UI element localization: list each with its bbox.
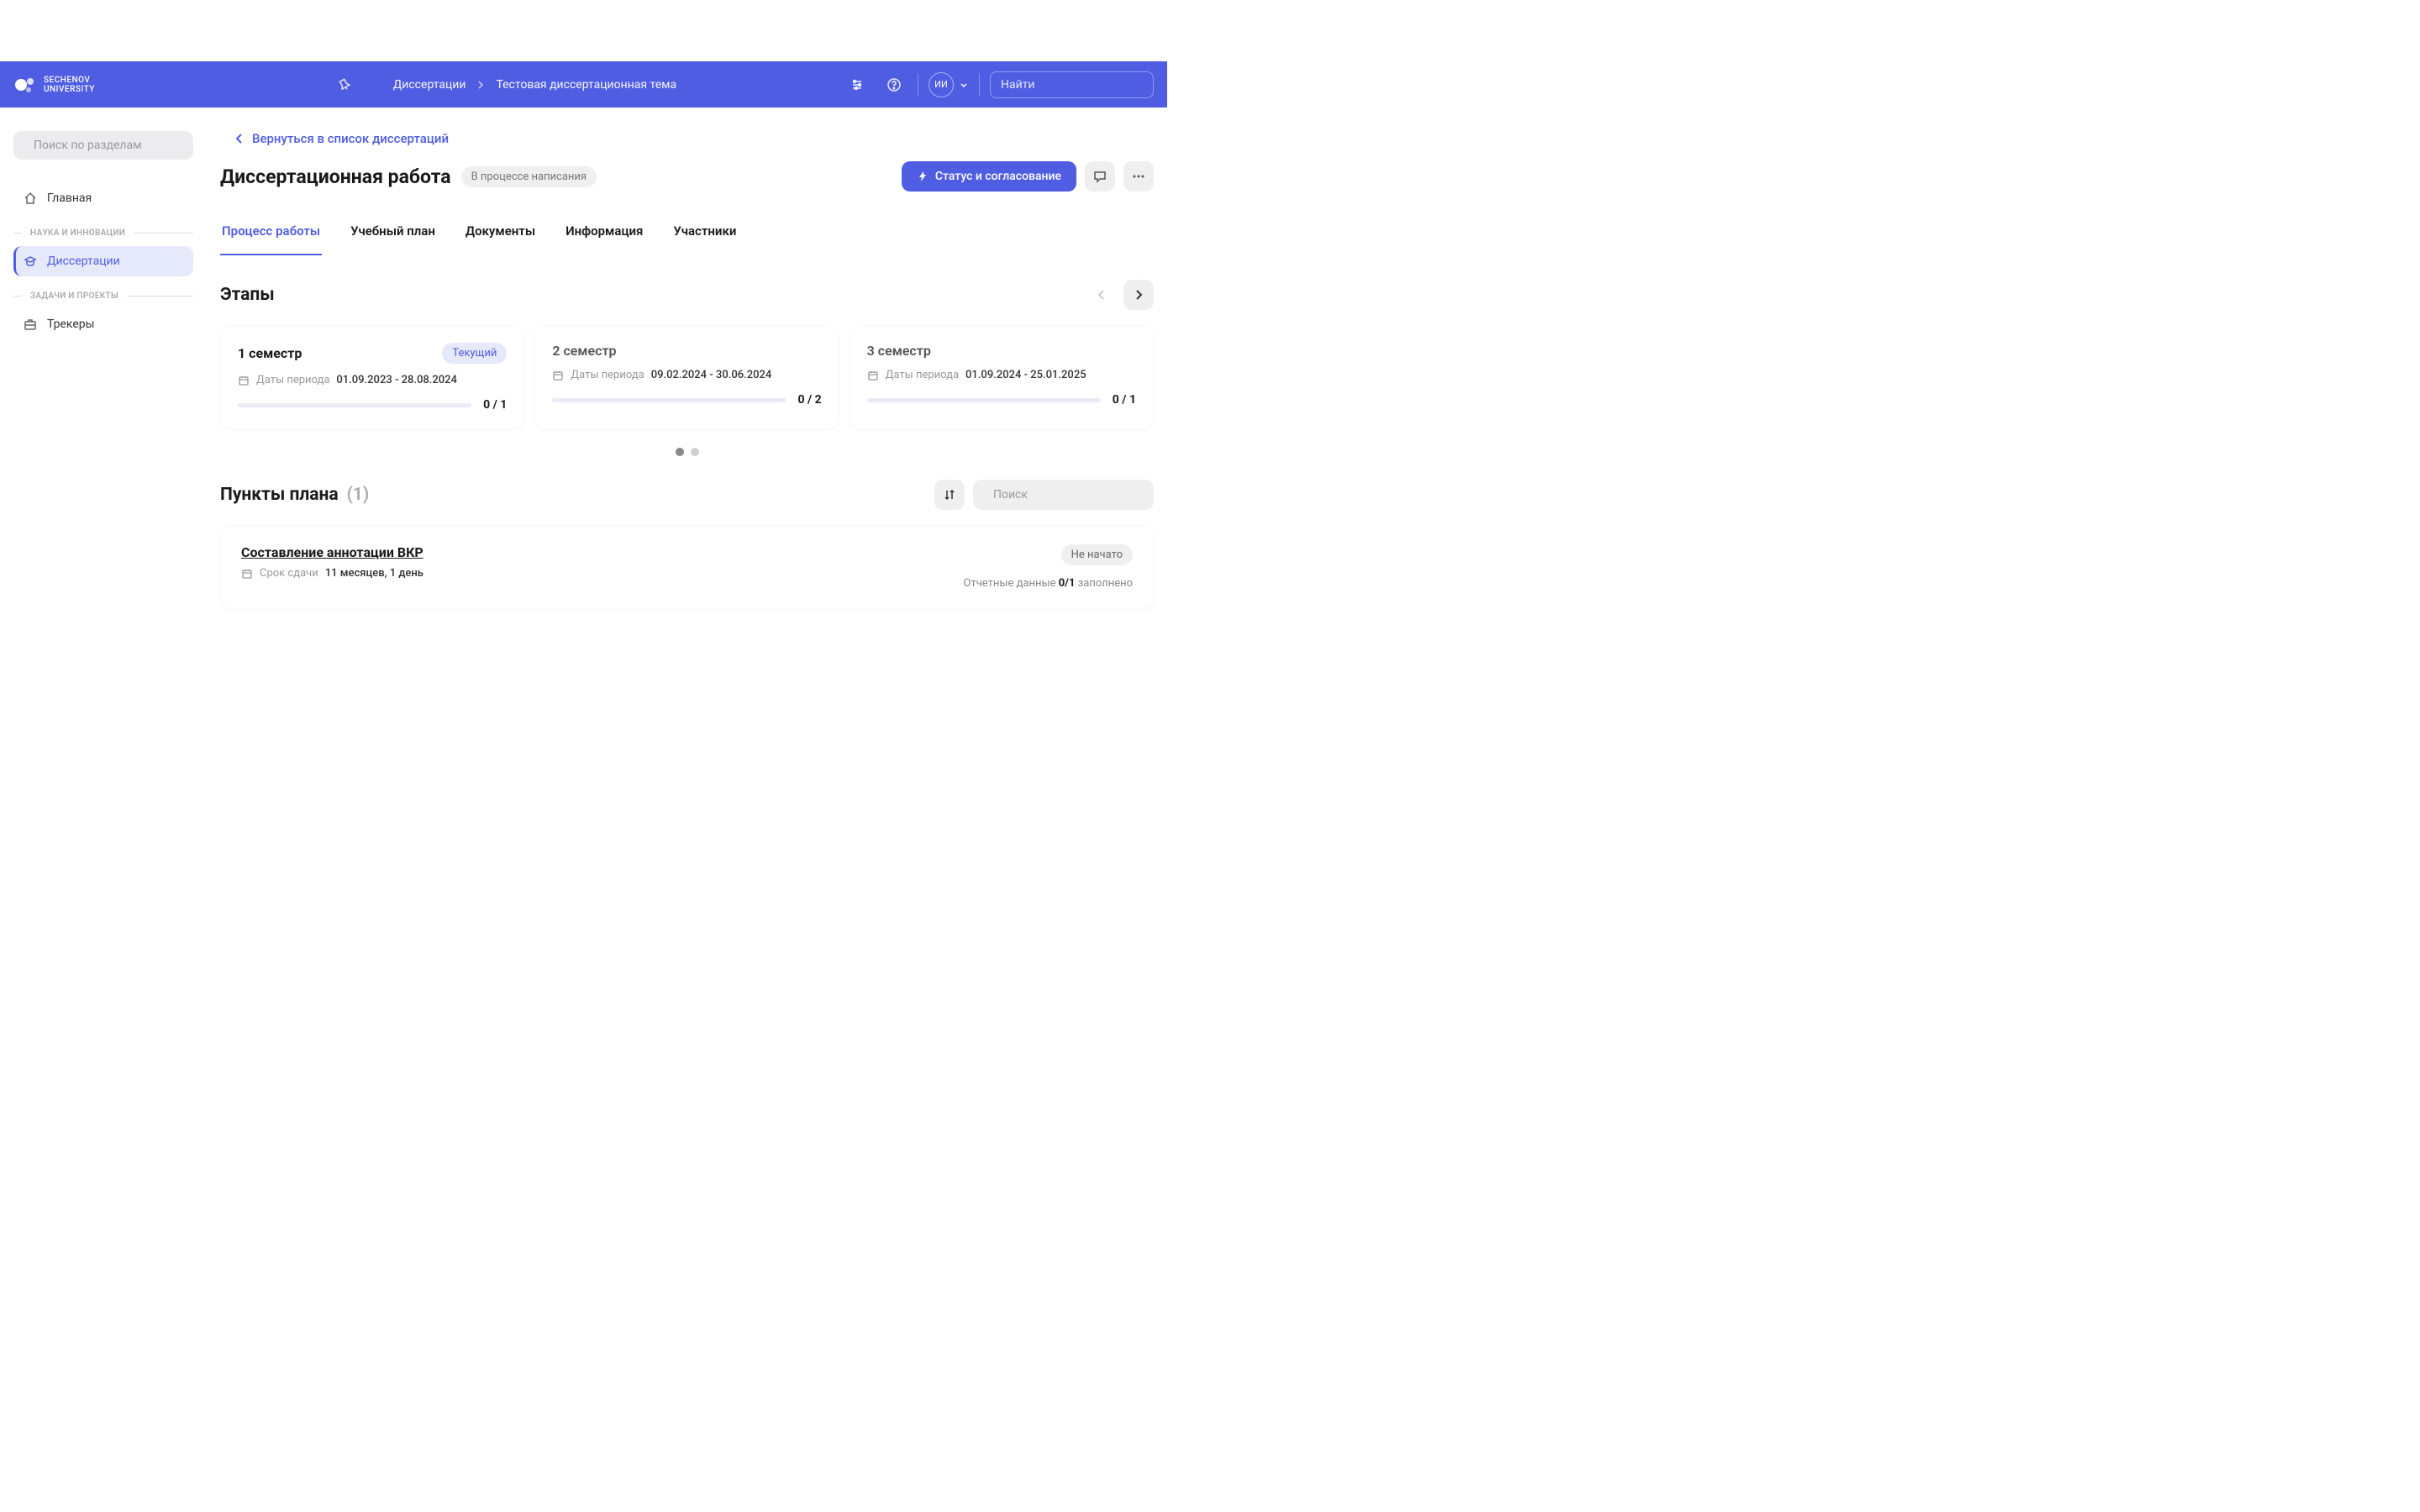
sort-icon [944, 489, 955, 501]
sidebar-section-science: НАУКА И ИННОВАЦИИ [13, 213, 193, 246]
logo-text: SECHENOVUNIVERSITY [44, 76, 95, 94]
plan-count: (1) [347, 485, 370, 505]
chevron-right-icon [476, 80, 486, 90]
back-link[interactable]: Вернуться в список диссертаций [220, 131, 1154, 146]
dots-icon [1132, 175, 1145, 178]
stage-title: 1 семестр [238, 345, 302, 361]
stage-title: 3 семестр [867, 343, 931, 359]
logo[interactable]: SECHENOVUNIVERSITY [13, 73, 95, 97]
progress-bar [238, 403, 471, 407]
calendar-icon [241, 568, 253, 580]
dot[interactable] [691, 448, 699, 456]
dot[interactable] [676, 448, 684, 456]
stage-dates: 01.09.2024 - 25.01.2025 [965, 369, 1086, 381]
stage-dates: 09.02.2024 - 30.06.2024 [651, 369, 772, 381]
current-badge: Текущий [442, 343, 507, 364]
stage-card[interactable]: 1 семестр Текущий Даты периода 01.09.202… [220, 325, 524, 429]
sidebar-item-label: Главная [47, 192, 92, 205]
plan-search[interactable] [973, 480, 1154, 510]
chevron-left-icon [1097, 289, 1106, 301]
breadcrumb-current: Тестовая диссертационная тема [496, 78, 676, 92]
plan-item-title[interactable]: Составление аннотации ВКР [241, 544, 964, 560]
plan-item: Составление аннотации ВКР Срок сдачи 11 … [220, 525, 1154, 609]
tab-participants[interactable]: Участники [671, 215, 738, 255]
sidebar-search-input[interactable] [34, 139, 183, 152]
stages-prev-button[interactable] [1086, 280, 1117, 310]
sidebar-item-trackers[interactable]: Трекеры [13, 309, 193, 339]
tab-documents[interactable]: Документы [464, 215, 537, 255]
breadcrumb-root[interactable]: Диссертации [393, 78, 466, 92]
chevron-right-icon [1134, 289, 1143, 301]
comment-button[interactable] [1085, 161, 1115, 192]
user-menu[interactable]: ИИ [929, 72, 969, 97]
stage-card[interactable]: 2 семестр Даты периода 09.02.2024 - 30.0… [534, 325, 839, 429]
stage-title: 2 семестр [552, 343, 616, 359]
status-approval-button[interactable]: Статус и согласование [902, 161, 1076, 192]
stages-title: Этапы [220, 285, 275, 305]
progress-value: 0 / 2 [797, 393, 821, 407]
lightning-icon [917, 171, 929, 182]
home-icon [24, 192, 37, 205]
carousel-dots [220, 448, 1154, 456]
pin-icon[interactable] [338, 78, 351, 92]
sidebar-section-tasks: ЗАДАЧИ И ПРОЕКТЫ [13, 276, 193, 309]
graduation-cap-icon [24, 255, 37, 268]
help-icon[interactable] [881, 71, 908, 98]
chevron-left-icon [235, 133, 244, 144]
sort-button[interactable] [934, 480, 965, 510]
progress-value: 0 / 1 [483, 398, 507, 412]
plan-item-status: Не начато [1061, 544, 1133, 565]
tab-info[interactable]: Информация [564, 215, 644, 255]
calendar-icon [552, 370, 564, 381]
briefcase-icon [24, 318, 37, 331]
stage-card[interactable]: 3 семестр Даты периода 01.09.2024 - 25.0… [850, 325, 1154, 429]
tab-curriculum[interactable]: Учебный план [349, 215, 437, 255]
sidebar-item-label: Диссертации [47, 255, 120, 268]
plan-title: Пункты плана [220, 485, 339, 505]
progress-bar [867, 398, 1101, 402]
status-badge: В процессе написания [461, 166, 597, 187]
calendar-icon [867, 370, 879, 381]
back-link-label: Вернуться в список диссертаций [252, 131, 449, 146]
sidebar-item-dissertations[interactable]: Диссертации [13, 246, 193, 276]
settings-icon[interactable] [844, 71, 871, 98]
progress-bar [552, 398, 786, 402]
more-button[interactable] [1123, 161, 1154, 192]
avatar: ИИ [929, 72, 954, 97]
sidebar-item-home[interactable]: Главная [13, 183, 193, 213]
logo-icon [13, 73, 37, 97]
page-title: Диссертационная работа [220, 165, 451, 188]
top-search-input[interactable] [1001, 78, 1150, 92]
calendar-icon [238, 375, 250, 386]
top-search[interactable] [990, 71, 1154, 98]
plan-search-input[interactable] [993, 488, 1143, 501]
stage-dates: 01.09.2023 - 28.08.2024 [336, 374, 457, 386]
sidebar-item-label: Трекеры [47, 318, 95, 331]
chevron-down-icon [959, 80, 969, 90]
due-value: 11 месяцев, 1 день [325, 567, 424, 580]
stages-next-button[interactable] [1123, 280, 1154, 310]
sidebar-search[interactable] [13, 131, 193, 160]
breadcrumb: Диссертации Тестовая диссертационная тем… [393, 78, 676, 92]
tab-process[interactable]: Процесс работы [220, 215, 322, 255]
plan-item-report: Отчетные данные 0/1 заполнено [964, 577, 1133, 590]
progress-value: 0 / 1 [1113, 393, 1136, 407]
message-icon [1093, 170, 1107, 183]
